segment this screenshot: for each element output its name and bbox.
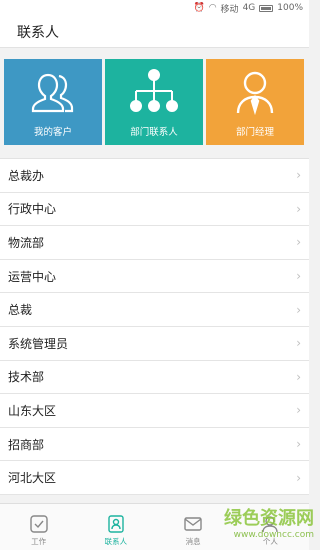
contacts-icon [108, 515, 124, 533]
tab-label: 工作 [31, 537, 47, 546]
tab-label: 消息 [185, 537, 201, 546]
list-item[interactable]: 河北大区 › [0, 461, 309, 495]
chevron-right-icon: › [296, 302, 301, 317]
list-item[interactable]: 物流部 › [0, 226, 309, 260]
department-name: 行政中心 [8, 202, 57, 217]
chevron-right-icon: › [296, 201, 301, 216]
message-icon [184, 517, 202, 531]
alarm-icon: ⏰ [193, 3, 205, 13]
department-list: 总裁办 › 行政中心 › 物流部 › 运营中心 › 总裁 › 系统管理员 › 技术部 › 山东… [0, 158, 309, 495]
list-item[interactable]: 系统管理员 › [0, 327, 309, 361]
chevron-right-icon: › [296, 437, 301, 452]
watermark-url: www.downcc.com [233, 530, 314, 540]
quick-tiles: 我的客户 部门联系人 部门经理 [0, 48, 309, 156]
list-item[interactable]: 招商部 › [0, 428, 309, 462]
chevron-right-icon: › [296, 470, 301, 485]
department-name: 河北大区 [8, 471, 57, 486]
manager-icon [236, 71, 274, 116]
list-item[interactable]: 总裁办 › [0, 159, 309, 193]
tab-contacts[interactable]: 联系人 [77, 504, 154, 550]
list-item[interactable]: 山东大区 › [0, 394, 309, 428]
tab-messages[interactable]: 消息 [155, 504, 232, 550]
department-name: 物流部 [8, 235, 45, 250]
tile-my-customers[interactable]: 我的客户 [4, 59, 102, 145]
list-item[interactable]: 行政中心 › [0, 193, 309, 227]
department-name: 运营中心 [8, 269, 57, 284]
chevron-right-icon: › [296, 235, 301, 250]
page-title: 联系人 [17, 24, 59, 41]
chevron-right-icon: › [296, 403, 301, 418]
tile-label: 部门经理 [235, 127, 274, 138]
customers-icon [31, 73, 74, 113]
department-name: 总裁 [8, 303, 33, 318]
tile-department-contacts[interactable]: 部门联系人 [105, 59, 203, 145]
department-name: 招商部 [8, 437, 45, 452]
org-chart-icon [130, 69, 178, 112]
network-label: 4G [242, 3, 256, 13]
department-name: 山东大区 [8, 403, 57, 418]
tile-label: 我的客户 [33, 127, 72, 138]
chevron-right-icon: › [296, 336, 301, 351]
battery-icon [259, 4, 274, 12]
tab-label: 联系人 [104, 537, 128, 546]
department-name: 技术部 [8, 370, 45, 385]
list-item[interactable]: 运营中心 › [0, 260, 309, 294]
watermark-text: 绿色资源网 [224, 508, 314, 529]
chevron-right-icon: › [296, 369, 301, 384]
wifi-icon: ◠ [208, 3, 217, 13]
tile-department-manager[interactable]: 部门经理 [206, 59, 304, 145]
department-name: 系统管理员 [8, 336, 69, 351]
tile-label: 部门联系人 [130, 127, 178, 138]
work-icon [29, 515, 48, 533]
chevron-right-icon: › [296, 168, 301, 183]
department-name: 总裁办 [8, 168, 45, 183]
list-item[interactable]: 技术部 › [0, 361, 309, 395]
watermark: 绿色资源网 www.downcc.com [224, 504, 314, 540]
chevron-right-icon: › [296, 269, 301, 284]
list-item[interactable]: 总裁 › [0, 293, 309, 327]
status-bar: ⏰ ◠ 移动 4G 100% [0, 0, 309, 16]
tab-work[interactable]: 工作 [0, 504, 77, 550]
app-header: 联系人 [0, 16, 309, 48]
battery-level: 100% [277, 3, 303, 13]
carrier-label: 移动 [220, 4, 239, 15]
